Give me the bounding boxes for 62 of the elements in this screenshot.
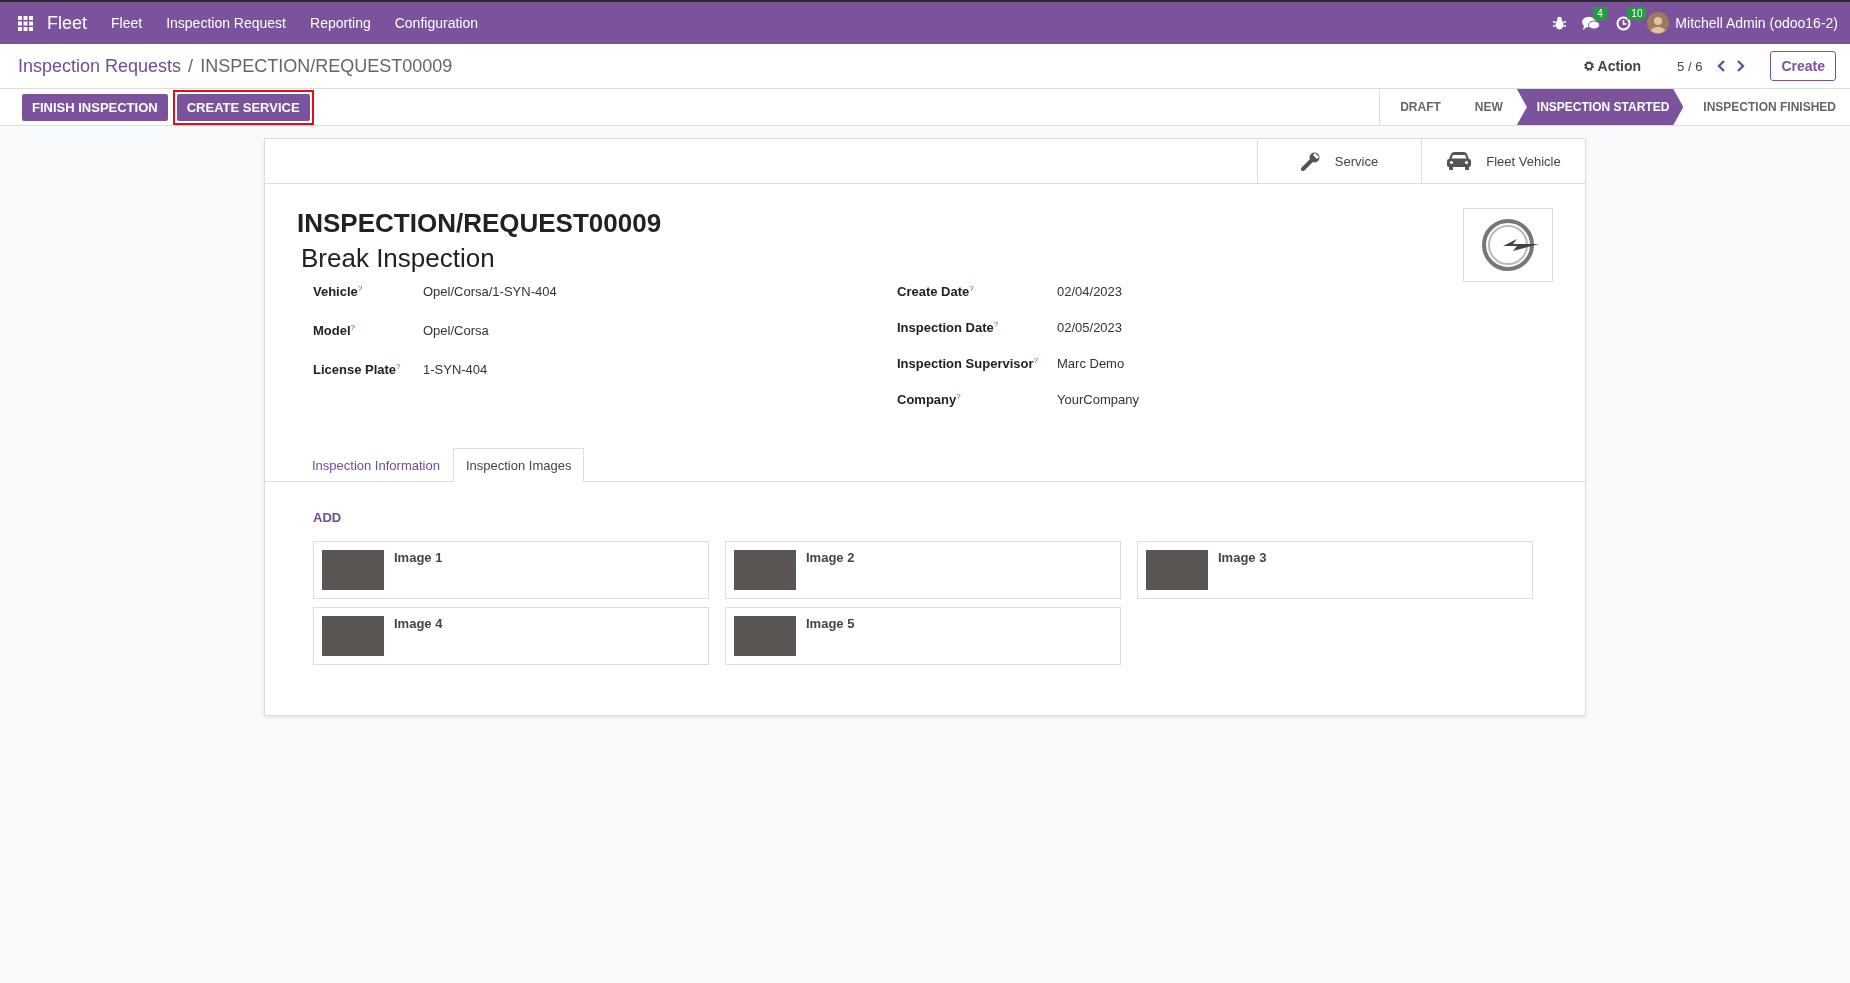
wrench-icon: [1300, 151, 1321, 171]
field-label: Model$^{?}$: [313, 323, 356, 339]
notebook-tab[interactable]: Inspection Images: [452, 448, 585, 482]
image-name: Image 4: [394, 616, 443, 631]
message-count-badge: 4: [1593, 6, 1607, 20]
image-card[interactable]: Image 4: [313, 607, 709, 665]
gear-icon: [1582, 60, 1595, 72]
record-name: Break Inspection: [301, 243, 496, 274]
clock-icon[interactable]: [1616, 15, 1632, 31]
app-name[interactable]: Fleet: [47, 12, 88, 34]
photo-placeholder: [734, 550, 796, 590]
photo-placeholder: [322, 550, 384, 590]
breadcrumb-link[interactable]: Inspection Requests: [18, 55, 182, 77]
breadcrumb-separator: /: [188, 55, 194, 77]
add-link[interactable]: ADD: [313, 510, 1537, 525]
create-button[interactable]: Create: [1770, 51, 1836, 81]
notebook-tab[interactable]: Inspection Information: [299, 448, 453, 482]
menu-item[interactable]: Fleet: [111, 15, 143, 31]
image-card[interactable]: Image 3: [1137, 541, 1533, 599]
action-menu-button[interactable]: Action: [1576, 57, 1648, 75]
image-card[interactable]: Image 1: [313, 541, 709, 599]
field-label: Inspection Supervisor$^{?}$: [897, 356, 1039, 372]
field-value: Opel/Corsa: [423, 323, 489, 339]
photo-placeholder: [322, 616, 384, 656]
field-label: Company$^{?}$: [897, 392, 962, 408]
image-name: Image 2: [806, 550, 855, 565]
user-name[interactable]: Mitchell Admin (odoo16-2): [1675, 15, 1838, 31]
pager-counter: 5 / 6: [1677, 58, 1703, 74]
field-label: License Plate$^{?}$: [313, 362, 402, 378]
field-value: Marc Demo: [1057, 356, 1125, 372]
menu-item[interactable]: Reporting: [310, 15, 371, 31]
photo-placeholder: [1146, 550, 1208, 590]
image-name: Image 3: [1218, 550, 1267, 565]
car-icon: [1446, 151, 1473, 171]
field-value: 02/04/2023: [1057, 284, 1123, 300]
image-name: Image 1: [394, 550, 443, 565]
field-label: Vehicle$^{?}$: [313, 284, 364, 300]
field-value: Opel/Corsa/1-SYN-404: [423, 284, 557, 300]
field-value: 1-SYN-404: [423, 362, 488, 378]
status-stage[interactable]: INSPECTION STARTED: [1516, 89, 1684, 125]
field-value: YourCompany: [1057, 392, 1139, 408]
image-name: Image 5: [806, 616, 855, 631]
record-reference: INSPECTION/REQUEST00009: [297, 208, 662, 239]
previous-icon[interactable]: [1716, 59, 1727, 73]
user-avatar-icon[interactable]: [1647, 12, 1670, 34]
header-button[interactable]: CREATE SERVICE: [176, 93, 310, 121]
field-label: Inspection Date$^{?}$: [897, 320, 1000, 336]
activity-count-badge: 10: [1627, 6, 1647, 20]
apps-grid-icon[interactable]: [18, 15, 33, 31]
smart-button[interactable]: Fleet Vehicle: [1421, 139, 1585, 183]
smart-button[interactable]: Service: [1257, 139, 1421, 183]
field-label: Create Date$^{?}$: [897, 284, 975, 300]
menu-item[interactable]: Configuration: [394, 15, 478, 31]
field-value: 02/05/2023: [1057, 320, 1123, 336]
header-button[interactable]: FINISH INSPECTION: [22, 93, 168, 121]
image-card[interactable]: Image 2: [725, 541, 1121, 599]
photo-placeholder: [734, 616, 796, 656]
menu-item[interactable]: Inspection Request: [166, 15, 286, 31]
bug-icon[interactable]: [1553, 16, 1567, 30]
breadcrumb-current: INSPECTION/REQUEST00009: [200, 55, 453, 77]
image-card[interactable]: Image 5: [725, 607, 1121, 665]
next-icon[interactable]: [1736, 59, 1747, 73]
